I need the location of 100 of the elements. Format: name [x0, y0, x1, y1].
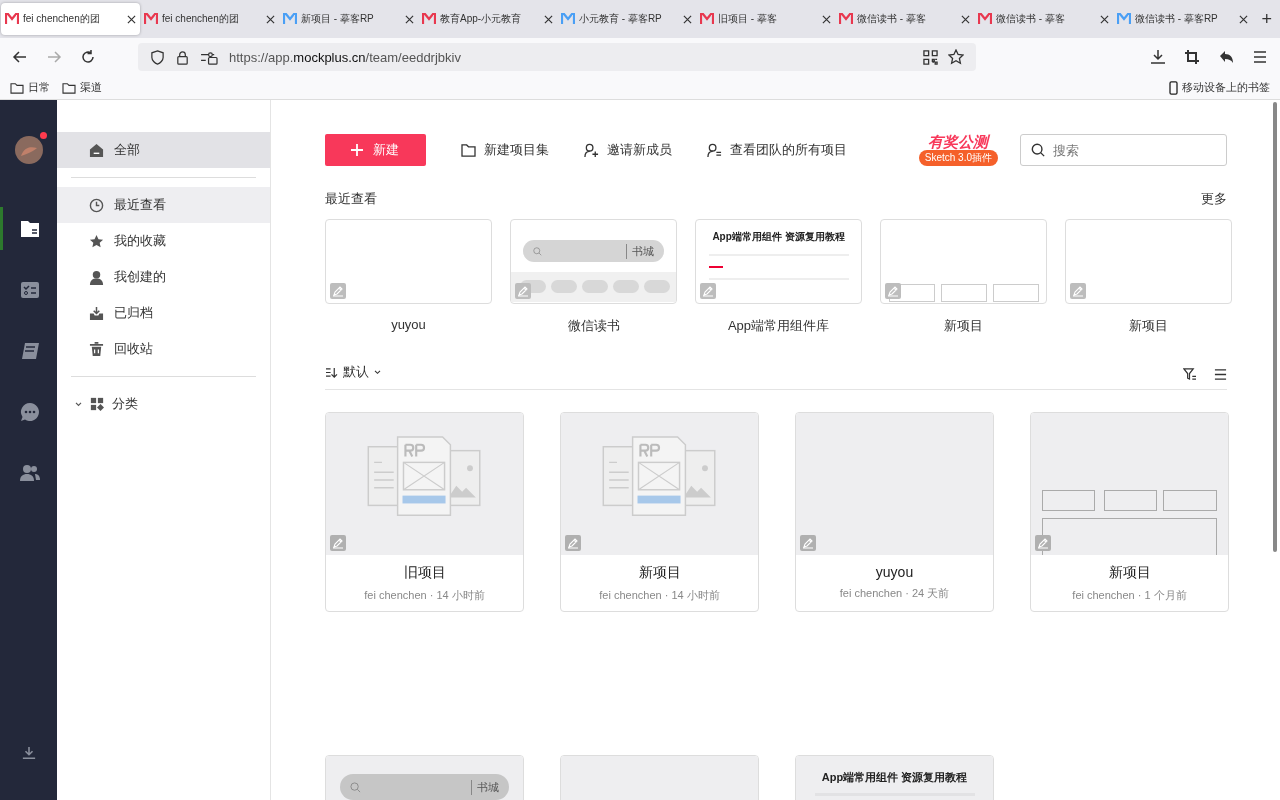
sidebar-item[interactable]: 已归档 [57, 295, 270, 331]
project-thumbnail[interactable]: 书城 [510, 219, 677, 304]
menu-icon[interactable] [1252, 49, 1268, 65]
avatar[interactable] [14, 136, 43, 164]
close-icon[interactable] [961, 14, 970, 24]
permissions-icon [200, 49, 219, 65]
project-name[interactable]: 微信读书 [567, 317, 620, 335]
new-tab-button[interactable]: + [1253, 8, 1280, 30]
project-name[interactable]: 新项目 [1129, 317, 1168, 335]
sidebar-item[interactable]: 回收站 [57, 331, 270, 367]
book-icon [20, 341, 40, 360]
close-icon[interactable] [127, 14, 136, 24]
project-thumbnail[interactable] [880, 219, 1047, 304]
close-icon[interactable] [1239, 14, 1248, 24]
project-thumbnail[interactable]: App端常用组件 资源复用教程 [695, 219, 862, 304]
grid-icon [90, 397, 104, 411]
sidebar-item[interactable]: 最近查看 [57, 187, 270, 223]
star-icon[interactable] [948, 49, 964, 65]
search-bar-preview: 书城 [522, 240, 665, 262]
bookmark-folder[interactable]: 渠道 [62, 80, 102, 95]
lock-icon [175, 49, 190, 65]
category-item[interactable]: 分类 [57, 386, 270, 422]
list-view-icon[interactable] [1214, 367, 1227, 381]
plus-icon [351, 144, 364, 156]
more-link[interactable]: 更多 [1201, 190, 1227, 208]
close-icon[interactable] [544, 14, 553, 24]
edit-icon [330, 535, 346, 551]
browser-tab[interactable]: 微信读书 - 摹客RP [1113, 3, 1252, 35]
project-thumbnail[interactable] [325, 219, 492, 304]
project-card[interactable]: App端常用组件 资源复用教程 [795, 755, 994, 800]
browser-tab[interactable]: 微信读书 - 摹客 [974, 3, 1113, 35]
mobile-bookmarks[interactable]: 移动设备上的书签 [1169, 80, 1270, 95]
crop-icon[interactable] [1184, 49, 1200, 65]
project-name: 新项目 [1108, 564, 1151, 582]
team-icon [20, 463, 40, 482]
clock-icon [89, 197, 104, 213]
preview-title: App端常用组件 资源复用教程 [821, 770, 968, 785]
search-bar-preview: 书城 [339, 774, 510, 800]
project-card[interactable]: 新项目 fei chenchen · 14 小时前 [560, 412, 759, 612]
close-icon[interactable] [822, 14, 831, 24]
browser-tab[interactable]: 微信读书 - 摹客 [835, 3, 974, 35]
phone-icon [1169, 80, 1178, 95]
qr-code-icon[interactable] [923, 49, 938, 65]
folder-icon [460, 143, 476, 157]
toolbar-action[interactable]: 查看团队的所有项目 [706, 141, 847, 159]
add-user-icon [583, 142, 599, 158]
project-name[interactable]: App端常用组件库 [727, 317, 830, 335]
project-thumbnail[interactable] [1065, 219, 1232, 304]
browser-tab[interactable]: fei chenchen的团 [1, 3, 140, 35]
search-icon [1031, 143, 1045, 157]
close-icon[interactable] [683, 14, 692, 24]
project-card[interactable]: 旧项目 fei chenchen · 14 小时前 [325, 412, 524, 612]
folder-icon [20, 219, 40, 238]
sort-dropdown[interactable]: 默认 [325, 363, 381, 381]
project-name[interactable]: yuyou [391, 317, 426, 332]
star-icon [89, 233, 104, 249]
shield-icon [150, 49, 165, 65]
toolbar-action[interactable]: 邀请新成员 [583, 141, 672, 159]
chat-icon [20, 401, 40, 422]
edit-icon [1070, 283, 1086, 299]
close-icon[interactable] [405, 14, 414, 24]
project-meta: fei chenchen · 14 小时前 [364, 588, 485, 603]
scrollbar[interactable] [1273, 102, 1277, 552]
folder-icon [10, 81, 24, 94]
project-name: 旧项目 [403, 564, 446, 582]
close-icon[interactable] [1100, 14, 1109, 24]
trash-icon [89, 341, 104, 357]
preview-title: App端常用组件 资源复用教程 [712, 230, 845, 244]
sidebar-item[interactable]: 全部 [57, 132, 270, 168]
undo-icon[interactable] [1218, 49, 1234, 65]
search-icon [532, 246, 542, 256]
edit-icon [565, 535, 581, 551]
checklist-icon [20, 280, 40, 299]
back-icon[interactable] [12, 49, 28, 65]
filter-icon[interactable] [1183, 367, 1196, 381]
browser-tab[interactable]: 新项目 - 摹客RP [279, 3, 418, 35]
sidebar-item[interactable]: 我创建的 [57, 259, 270, 295]
sidebar-item[interactable]: 我的收藏 [57, 223, 270, 259]
search-field[interactable]: 搜索 [1020, 134, 1227, 166]
project-card[interactable]: 新项目 fei chenchen · 1 个月前 [1030, 412, 1229, 612]
reload-icon[interactable] [80, 49, 96, 65]
project-name: yuyou [875, 564, 914, 580]
project-card[interactable]: yuyou fei chenchen · 24 天前 [795, 412, 994, 612]
download-icon[interactable] [1150, 49, 1166, 65]
edit-icon [330, 283, 346, 299]
browser-tab[interactable]: 旧项目 - 摹客 [696, 3, 835, 35]
close-icon[interactable] [266, 14, 275, 24]
address-bar[interactable]: https://app.mockplus.cn/team/eeddrjbkiv [138, 43, 976, 71]
browser-tab[interactable]: 小元教育 - 摹客RP [557, 3, 696, 35]
toolbar-action[interactable]: 新建项目集 [460, 141, 549, 159]
bookmark-folder[interactable]: 日常 [10, 80, 50, 95]
project-card[interactable]: 书城 [325, 755, 524, 800]
home-icon [89, 142, 104, 158]
browser-tab[interactable]: fei chenchen的团 [140, 3, 279, 35]
project-name[interactable]: 新项目 [944, 317, 983, 335]
new-button[interactable]: 新建 [325, 134, 426, 166]
section-title: 最近查看 [325, 190, 377, 208]
browser-tab[interactable]: 教育App-小元教育 [418, 3, 557, 35]
project-meta: fei chenchen · 14 小时前 [599, 588, 720, 603]
edit-icon [800, 535, 816, 551]
